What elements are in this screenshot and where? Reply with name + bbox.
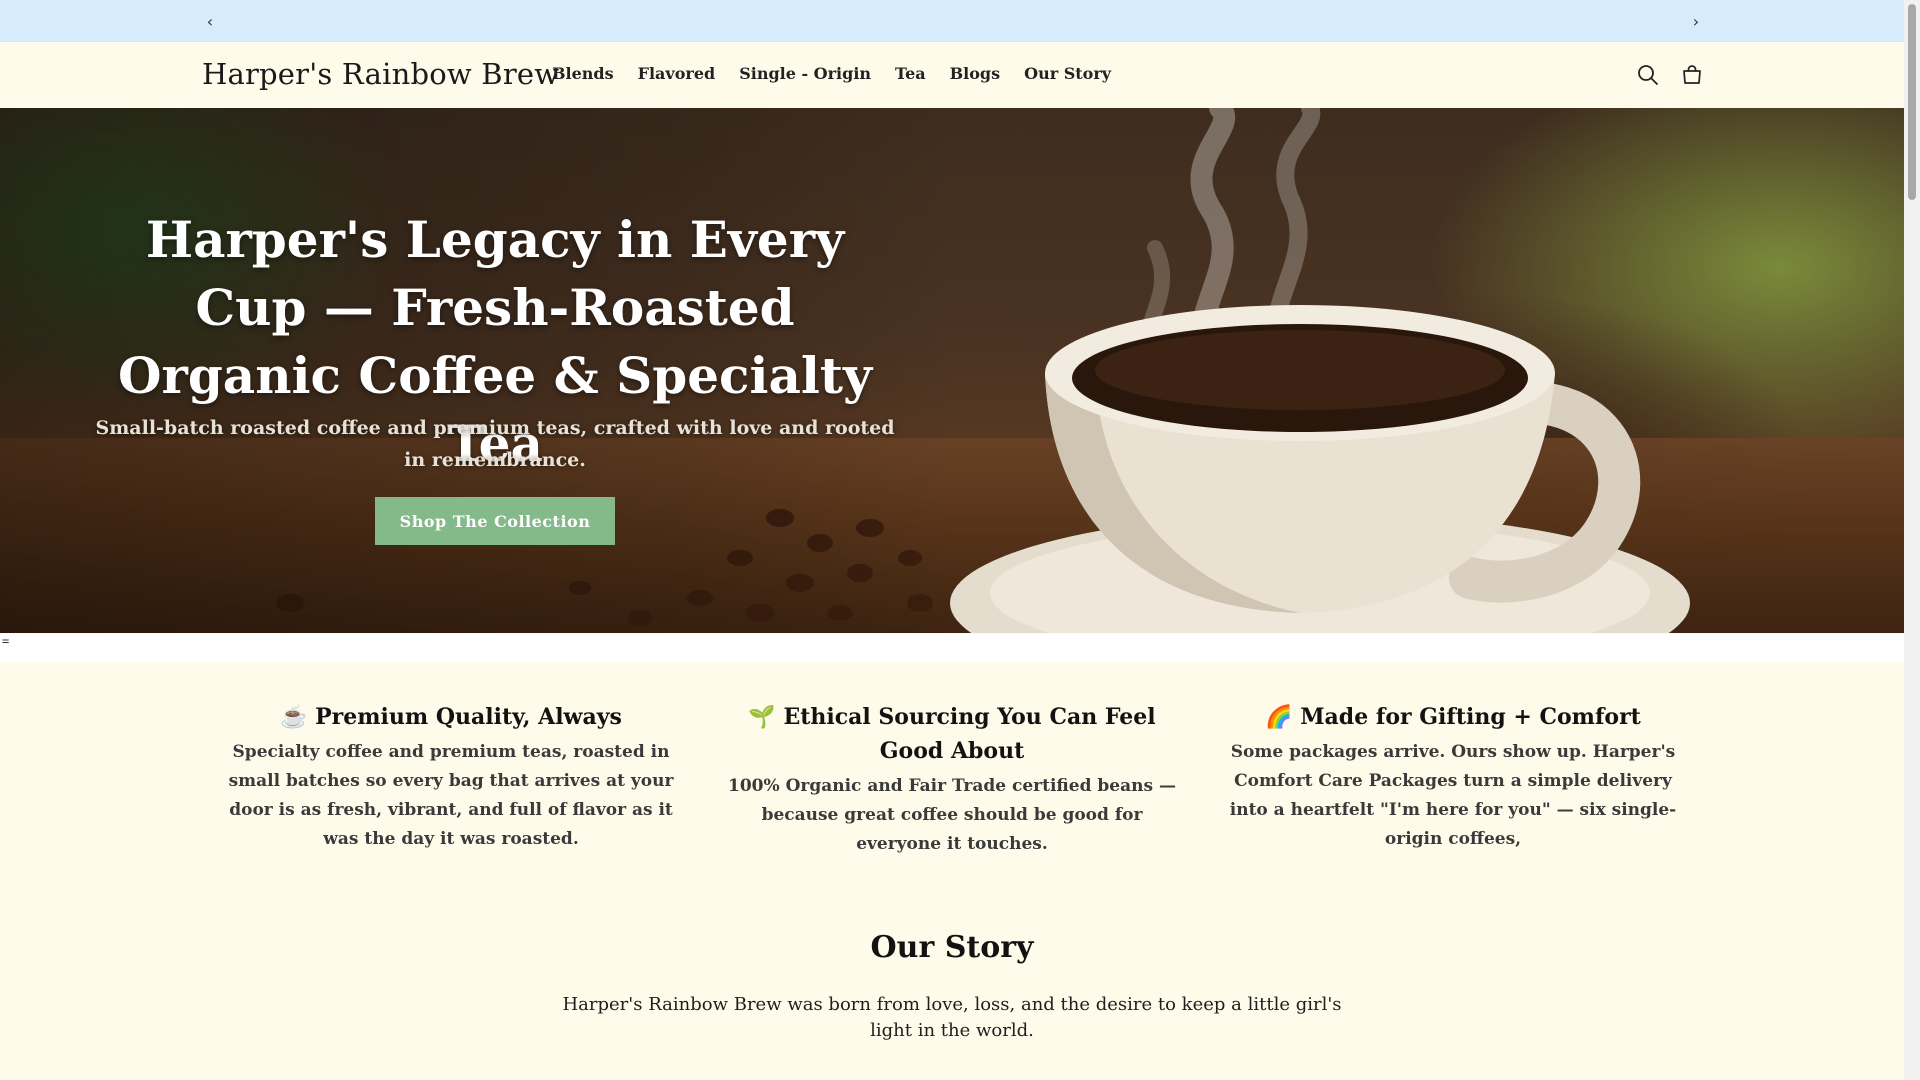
site-header: Harper's Rainbow Brew Blends Flavored Si…	[0, 43, 1904, 108]
our-story-heading: Our Story	[870, 930, 1034, 965]
page-scrollbar[interactable]	[1904, 0, 1920, 1080]
shop-collection-button[interactable]: Shop The Collection	[375, 497, 615, 545]
feature-text: Specialty coffee and premium teas, roast…	[228, 742, 674, 849]
search-button[interactable]	[1634, 61, 1662, 89]
our-story-text: Harper's Rainbow Brew was born from love…	[562, 994, 1342, 1041]
coffee-cup-icon: ☕	[280, 704, 308, 730]
feature-card: 🌈 Made for Gifting + Comfort Some packag…	[1223, 700, 1683, 854]
feature-title: ☕ Premium Quality, Always	[280, 704, 622, 730]
feature-text: 100% Organic and Fair Trade certified be…	[728, 776, 1176, 854]
coffee-cup-image	[950, 108, 1690, 633]
announcement-bar: ‹ ›	[0, 0, 1904, 42]
feature-card: 🌱 Ethical Sourcing You Can Feel Good Abo…	[722, 700, 1182, 859]
previous-announcement-button[interactable]: ‹	[199, 10, 221, 32]
main-nav: Blends Flavored Single - Origin Tea Blog…	[552, 64, 1135, 83]
chevron-right-icon: ›	[1692, 11, 1700, 31]
nav-item-our-story[interactable]: Our Story	[1024, 64, 1111, 83]
cart-icon	[1683, 65, 1701, 84]
seedling-icon: 🌱	[748, 704, 776, 730]
nav-item-tea[interactable]: Tea	[895, 64, 926, 83]
feature-card: ☕ Premium Quality, Always Specialty coff…	[221, 700, 681, 854]
search-icon	[1638, 65, 1658, 85]
nav-item-flavored[interactable]: Flavored	[638, 64, 716, 83]
nav-item-single-origin[interactable]: Single - Origin	[739, 64, 871, 83]
nav-item-blogs[interactable]: Blogs	[950, 64, 1000, 83]
store-logo[interactable]: Harper's Rainbow Brew	[202, 57, 559, 91]
feature-title: 🌱 Ethical Sourcing You Can Feel Good Abo…	[748, 704, 1156, 764]
hero-banner: Harper's Legacy in Every Cup — Fresh-Roa…	[0, 108, 1904, 633]
feature-title: 🌈 Made for Gifting + Comfort	[1265, 704, 1641, 730]
chevron-left-icon: ‹	[206, 11, 214, 31]
next-announcement-button[interactable]: ›	[1685, 10, 1707, 32]
feature-text: Some packages arrive. Ours show up. Harp…	[1229, 742, 1677, 849]
cart-button[interactable]	[1678, 61, 1706, 89]
scrollbar-thumb[interactable]	[1908, 4, 1916, 200]
rainbow-icon: 🌈	[1265, 704, 1293, 730]
stray-text: =	[0, 634, 1904, 662]
hero-subtitle: Small-batch roasted coffee and premium t…	[95, 417, 895, 471]
nav-item-blends[interactable]: Blends	[552, 64, 614, 83]
